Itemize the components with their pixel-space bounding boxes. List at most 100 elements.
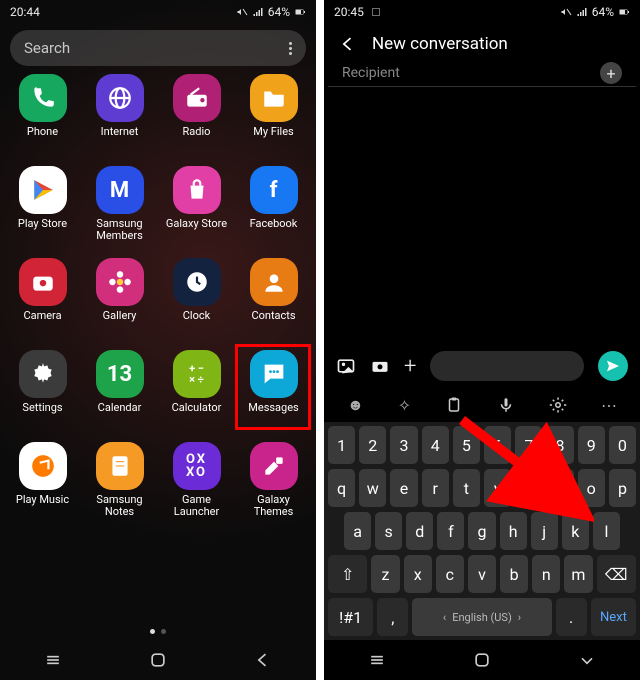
recipient-input[interactable]: Recipient — [342, 65, 400, 81]
key-7[interactable]: 7 — [515, 426, 542, 464]
key-i[interactable]: i — [546, 469, 573, 507]
recents-button[interactable] — [43, 650, 63, 670]
clipboard-icon[interactable] — [445, 396, 463, 414]
app-label: Play Store — [18, 218, 67, 230]
app-internet[interactable]: Internet — [81, 74, 158, 166]
key-e[interactable]: e — [390, 469, 417, 507]
app-icon — [19, 442, 67, 490]
key-n[interactable]: n — [532, 555, 560, 593]
back-button[interactable] — [253, 650, 273, 670]
app-calendar[interactable]: 13Calendar — [81, 350, 158, 442]
app-label: Contacts — [251, 310, 295, 322]
key-space[interactable]: ‹English (US)› — [412, 598, 551, 636]
search-bar[interactable]: Search — [10, 30, 306, 66]
app-icon — [173, 166, 221, 214]
plus-icon[interactable]: + — [404, 354, 416, 379]
camera-icon[interactable] — [370, 356, 390, 376]
back-icon[interactable] — [338, 34, 358, 54]
app-play-music[interactable]: Play Music — [4, 442, 81, 534]
key-c[interactable]: c — [436, 555, 464, 593]
key-u[interactable]: u — [515, 469, 542, 507]
app-calculator[interactable]: + −× ÷Calculator — [158, 350, 235, 442]
key-a[interactable]: a — [344, 512, 371, 550]
key-period[interactable]: . — [556, 598, 587, 636]
add-recipient-button[interactable]: + — [600, 62, 622, 84]
app-game-launcher[interactable]: OXXOGame Launcher — [158, 442, 235, 534]
app-my-files[interactable]: My Files — [235, 74, 312, 166]
app-phone[interactable]: Phone — [4, 74, 81, 166]
app-contacts[interactable]: Contacts — [235, 258, 312, 350]
sticker-icon[interactable]: ✧ — [398, 396, 411, 415]
key-j[interactable]: j — [531, 512, 558, 550]
recents-button[interactable] — [367, 650, 387, 670]
screenshot-icon — [370, 6, 382, 18]
key-s[interactable]: s — [375, 512, 402, 550]
message-input[interactable] — [430, 351, 584, 381]
app-icon — [19, 74, 67, 122]
home-button[interactable] — [472, 650, 492, 670]
app-icon — [96, 74, 144, 122]
app-galaxy-store[interactable]: Galaxy Store — [158, 166, 235, 258]
key-v[interactable]: v — [468, 555, 496, 593]
key-2[interactable]: 2 — [359, 426, 386, 464]
more-icon[interactable] — [289, 42, 292, 55]
key-next[interactable]: Next — [591, 598, 636, 636]
send-button[interactable] — [598, 351, 628, 381]
key-k[interactable]: k — [562, 512, 589, 550]
key-p[interactable]: p — [609, 469, 636, 507]
image-icon[interactable] — [336, 356, 356, 376]
app-settings[interactable]: Settings — [4, 350, 81, 442]
keyboard-hide-button[interactable] — [577, 650, 597, 670]
mic-icon[interactable] — [497, 396, 515, 414]
app-camera[interactable]: Camera — [4, 258, 81, 350]
app-play-store[interactable]: Play Store — [4, 166, 81, 258]
key-t[interactable]: t — [453, 469, 480, 507]
emoji-icon[interactable]: ☻ — [347, 395, 364, 415]
key-comma[interactable]: , — [377, 598, 408, 636]
gear-icon[interactable] — [549, 396, 567, 414]
key-8[interactable]: 8 — [546, 426, 573, 464]
key-z[interactable]: z — [371, 555, 399, 593]
key-3[interactable]: 3 — [390, 426, 417, 464]
key-9[interactable]: 9 — [578, 426, 605, 464]
app-icon — [96, 442, 144, 490]
app-samsung-notes[interactable]: Samsung Notes — [81, 442, 158, 534]
key-x[interactable]: x — [404, 555, 432, 593]
home-button[interactable] — [148, 650, 168, 670]
key-6[interactable]: 6 — [484, 426, 511, 464]
key-4[interactable]: 4 — [422, 426, 449, 464]
key-f[interactable]: f — [437, 512, 464, 550]
key-d[interactable]: d — [406, 512, 433, 550]
key-b[interactable]: b — [500, 555, 528, 593]
app-label: Galaxy Themes — [254, 494, 294, 518]
app-galaxy-themes[interactable]: Galaxy Themes — [235, 442, 312, 534]
key-h[interactable]: h — [500, 512, 527, 550]
key-symbols[interactable]: !#1 — [328, 598, 373, 636]
app-icon: OXXO — [173, 442, 221, 490]
key-0[interactable]: 0 — [609, 426, 636, 464]
key-l[interactable]: l — [593, 512, 620, 550]
key-shift[interactable]: ⇧ — [328, 555, 367, 593]
app-label: Internet — [101, 126, 139, 138]
app-radio[interactable]: Radio — [158, 74, 235, 166]
key-g[interactable]: g — [468, 512, 495, 550]
app-icon — [173, 74, 221, 122]
key-q[interactable]: q — [328, 469, 355, 507]
key-m[interactable]: m — [564, 555, 592, 593]
key-r[interactable]: r — [422, 469, 449, 507]
recipient-row: Recipient + — [328, 60, 636, 87]
status-indicators: 64% — [560, 5, 630, 19]
app-clock[interactable]: Clock — [158, 258, 235, 350]
key-5[interactable]: 5 — [453, 426, 480, 464]
app-icon: f — [250, 166, 298, 214]
key-backspace[interactable]: ⌫ — [597, 555, 636, 593]
app-gallery[interactable]: Gallery — [81, 258, 158, 350]
app-messages[interactable]: Messages — [235, 350, 312, 442]
key-w[interactable]: w — [359, 469, 386, 507]
key-y[interactable]: y — [484, 469, 511, 507]
app-facebook[interactable]: fFacebook — [235, 166, 312, 258]
key-o[interactable]: o — [578, 469, 605, 507]
app-samsung-members[interactable]: MSamsung Members — [81, 166, 158, 258]
more-icon[interactable]: ⋯ — [601, 396, 617, 415]
key-1[interactable]: 1 — [328, 426, 355, 464]
